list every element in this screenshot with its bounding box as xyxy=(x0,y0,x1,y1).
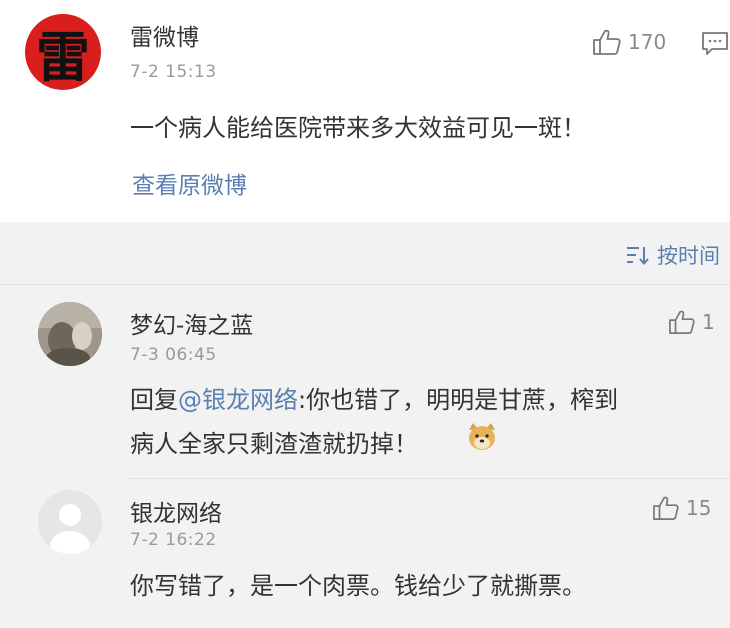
comment-button[interactable] xyxy=(700,30,730,62)
comment-like-count: 15 xyxy=(686,496,712,520)
sort-label: 按时间 xyxy=(657,244,720,268)
sort-bar: 按时间 xyxy=(0,222,730,285)
comment-text: 你写错了，是一个肉票。钱给少了就撕票。 xyxy=(130,572,586,600)
avatar[interactable] xyxy=(38,490,102,554)
comment-like-button[interactable]: 1 xyxy=(668,309,715,335)
thumbs-up-icon xyxy=(593,29,621,55)
comment-like-count: 1 xyxy=(702,310,715,334)
comment-text-rest: :你也错了，明明是甘蔗，榨到 xyxy=(298,386,619,414)
comment-like-button[interactable]: 15 xyxy=(652,495,711,521)
divider xyxy=(128,478,730,479)
comment-author[interactable]: 梦幻-海之蓝 xyxy=(130,306,253,340)
avatar-photo xyxy=(38,302,102,366)
sort-by-time-button[interactable]: 按时间 xyxy=(625,240,720,270)
doge-emoji-icon xyxy=(466,422,498,452)
mention-link[interactable]: @银龙网络 xyxy=(178,386,298,414)
post-text: 一个病人能给医院带来多大效益可见一斑！ xyxy=(130,114,586,142)
avatar[interactable]: 雷 xyxy=(25,14,101,90)
comment-author[interactable]: 银龙网络 xyxy=(130,494,222,528)
avatar[interactable] xyxy=(38,302,102,366)
comment-time: 7-2 16:22 xyxy=(130,530,217,550)
thumbs-up-icon xyxy=(653,496,679,520)
sort-icon xyxy=(627,247,649,266)
default-avatar-icon xyxy=(38,490,102,554)
reply-prefix: 回复 xyxy=(130,386,178,414)
comment-text-line1: 回复@银龙网络:你也错了，明明是甘蔗，榨到 xyxy=(130,380,618,415)
thumbs-up-icon xyxy=(669,310,695,334)
post-like-button[interactable]: 170 xyxy=(592,28,666,56)
original-post: 雷 雷微博 7-2 15:13 170 一个病人能给医院带来多大效益可见一斑！ … xyxy=(0,0,730,222)
comment-icon xyxy=(702,32,728,55)
avatar-char: 雷 xyxy=(36,24,90,89)
comment-time: 7-3 06:45 xyxy=(130,345,217,365)
post-time: 7-2 15:13 xyxy=(130,62,217,82)
view-original-link[interactable]: 查看原微博 xyxy=(132,166,247,200)
post-like-count: 170 xyxy=(628,30,667,54)
comment-text-line2: 病人全家只剩渣渣就扔掉！ xyxy=(130,430,418,458)
post-author[interactable]: 雷微博 xyxy=(130,18,199,52)
